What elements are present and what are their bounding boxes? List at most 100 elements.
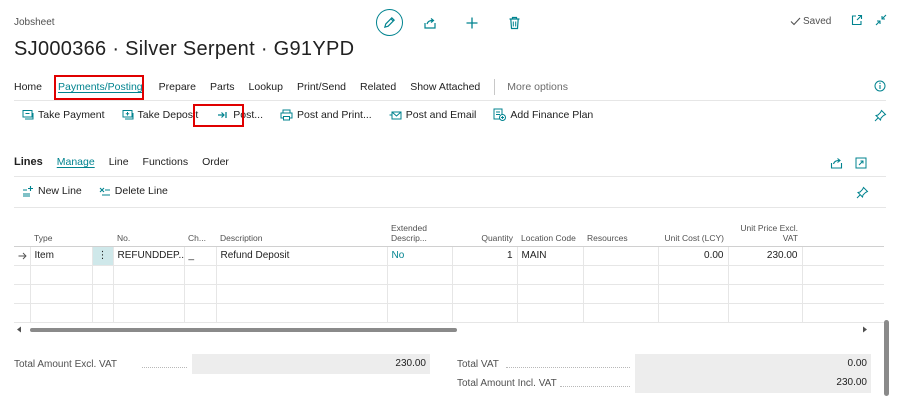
cell-description[interactable]: Refund Deposit xyxy=(216,246,388,266)
lines-share-icon[interactable] xyxy=(830,157,843,169)
menu-more-options[interactable]: More options xyxy=(507,81,568,93)
col-no[interactable]: No. xyxy=(113,217,184,247)
col-ch[interactable]: Ch... xyxy=(184,217,216,247)
take-payment-label: Take Payment xyxy=(38,108,105,121)
table-row[interactable]: Item ⋮ REFUNDDEP... _ Refund Deposit No … xyxy=(14,246,884,266)
save-status: Saved xyxy=(790,16,831,27)
total-incl-vat-value: 230.00 xyxy=(635,373,871,393)
col-quantity[interactable]: Quantity xyxy=(452,217,517,247)
lines-tab-manage[interactable]: Manage xyxy=(57,156,95,168)
info-icon[interactable] xyxy=(874,80,886,92)
pin-icon[interactable] xyxy=(874,109,887,122)
lines-actions: New Line Delete Line xyxy=(22,185,185,197)
menu-lookup[interactable]: Lookup xyxy=(249,81,283,93)
col-selector xyxy=(14,217,30,247)
payment-icon xyxy=(22,109,34,119)
collapse-icon[interactable] xyxy=(875,14,887,26)
cell-unit-cost[interactable]: 0.00 xyxy=(658,246,729,266)
menu-show-attached[interactable]: Show Attached xyxy=(410,81,480,93)
email-post-icon xyxy=(389,111,402,119)
table-header: Type No. Ch... Description Extended Desc… xyxy=(14,217,884,247)
menu-home[interactable]: Home xyxy=(14,81,42,93)
horizontal-scrollbar[interactable] xyxy=(14,324,870,334)
header-actions xyxy=(376,9,524,36)
menu-divider xyxy=(494,79,496,95)
total-vat-value: 0.00 xyxy=(635,354,871,374)
col-actions xyxy=(92,217,113,247)
scroll-right-icon[interactable] xyxy=(862,326,868,333)
share-button[interactable] xyxy=(420,13,440,33)
post-and-print-button[interactable]: Post and Print... xyxy=(280,109,372,121)
menu-print-send[interactable]: Print/Send xyxy=(297,81,346,93)
cell-no[interactable]: REFUNDDEP... xyxy=(113,246,185,266)
post-and-email-label: Post and Email xyxy=(405,108,477,121)
lines-table: Type No. Ch... Description Extended Desc… xyxy=(14,217,884,323)
plus-icon xyxy=(466,17,478,28)
highlight-post xyxy=(193,104,244,127)
col-unit-price[interactable]: Unit Price Excl. VAT xyxy=(728,217,802,247)
row-pointer xyxy=(14,246,31,266)
take-payment-button[interactable]: Take Payment xyxy=(22,109,105,121)
post-and-print-label: Post and Print... xyxy=(297,108,372,121)
lines-pin-icon[interactable] xyxy=(856,186,869,199)
pencil-icon xyxy=(383,17,395,29)
total-vat-label: Total VAT xyxy=(457,359,499,370)
finance-plan-icon xyxy=(493,108,507,121)
menu-related[interactable]: Related xyxy=(360,81,396,93)
page-title: SJ000366 · Silver Serpent · G91YPD xyxy=(14,38,355,60)
new-line-button[interactable]: New Line xyxy=(22,185,82,197)
lines-tab-functions[interactable]: Functions xyxy=(143,156,189,168)
divider xyxy=(14,207,886,208)
menu-prepare[interactable]: Prepare xyxy=(159,81,196,93)
col-location-code[interactable]: Location Code xyxy=(517,217,583,247)
expand-lines-icon[interactable] xyxy=(855,157,867,169)
open-new-window-icon[interactable] xyxy=(851,14,863,26)
col-resources[interactable]: Resources xyxy=(583,217,658,247)
edit-button[interactable] xyxy=(376,9,403,36)
cell-extended-description[interactable]: No xyxy=(387,246,453,266)
cell-resources[interactable] xyxy=(583,246,659,266)
add-finance-plan-button[interactable]: Add Finance Plan xyxy=(493,108,593,121)
printer-icon xyxy=(280,109,293,120)
take-deposit-button[interactable]: Take Deposit xyxy=(122,108,199,121)
divider xyxy=(14,176,886,177)
cell-quantity[interactable]: 1 xyxy=(452,246,518,266)
menu-parts[interactable]: Parts xyxy=(210,81,235,93)
dotted-leader xyxy=(506,367,630,368)
scroll-left-icon[interactable] xyxy=(16,326,22,333)
post-and-email-button[interactable]: Post and Email xyxy=(389,108,477,121)
lines-tab-order[interactable]: Order xyxy=(202,156,229,168)
col-description[interactable]: Description xyxy=(216,217,387,247)
col-unit-cost[interactable]: Unit Cost (LCY) xyxy=(658,217,728,247)
checkmark-icon xyxy=(790,17,801,26)
highlight-payments-posting xyxy=(54,75,144,100)
cell-location-code[interactable]: MAIN xyxy=(517,246,584,266)
horizontal-scroll-thumb[interactable] xyxy=(30,328,457,332)
total-excl-vat-label: Total Amount Excl. VAT xyxy=(14,359,118,370)
cell-unit-price[interactable]: 230.00 xyxy=(728,246,803,266)
new-record-button[interactable] xyxy=(462,13,482,33)
delete-line-label: Delete Line xyxy=(114,185,168,197)
lines-tab-line[interactable]: Line xyxy=(109,156,129,168)
vertical-scroll-thumb[interactable] xyxy=(884,320,889,396)
table-row-empty[interactable] xyxy=(14,303,884,323)
col-type[interactable]: Type xyxy=(30,217,92,247)
delete-line-icon xyxy=(99,187,110,196)
dotted-leader xyxy=(560,386,630,387)
col-extended-description[interactable]: Extended Descrip... xyxy=(387,217,452,247)
lines-header: Lines Manage Line Functions Order xyxy=(14,156,243,168)
window-controls xyxy=(851,14,887,26)
take-deposit-label: Take Deposit xyxy=(137,108,199,121)
saved-label: Saved xyxy=(803,16,832,27)
breadcrumb: Jobsheet xyxy=(14,17,55,28)
share-icon xyxy=(424,17,436,29)
table-row-empty[interactable] xyxy=(14,284,884,304)
delete-line-button[interactable]: Delete Line xyxy=(99,185,168,197)
new-line-label: New Line xyxy=(38,185,82,197)
delete-record-button[interactable] xyxy=(504,13,524,33)
total-incl-vat-label: Total Amount Incl. VAT xyxy=(457,378,557,389)
table-row-empty[interactable] xyxy=(14,265,884,285)
row-actions-button[interactable]: ⋮ xyxy=(92,246,114,266)
cell-ch[interactable]: _ xyxy=(184,246,217,266)
cell-type[interactable]: Item xyxy=(30,246,93,266)
